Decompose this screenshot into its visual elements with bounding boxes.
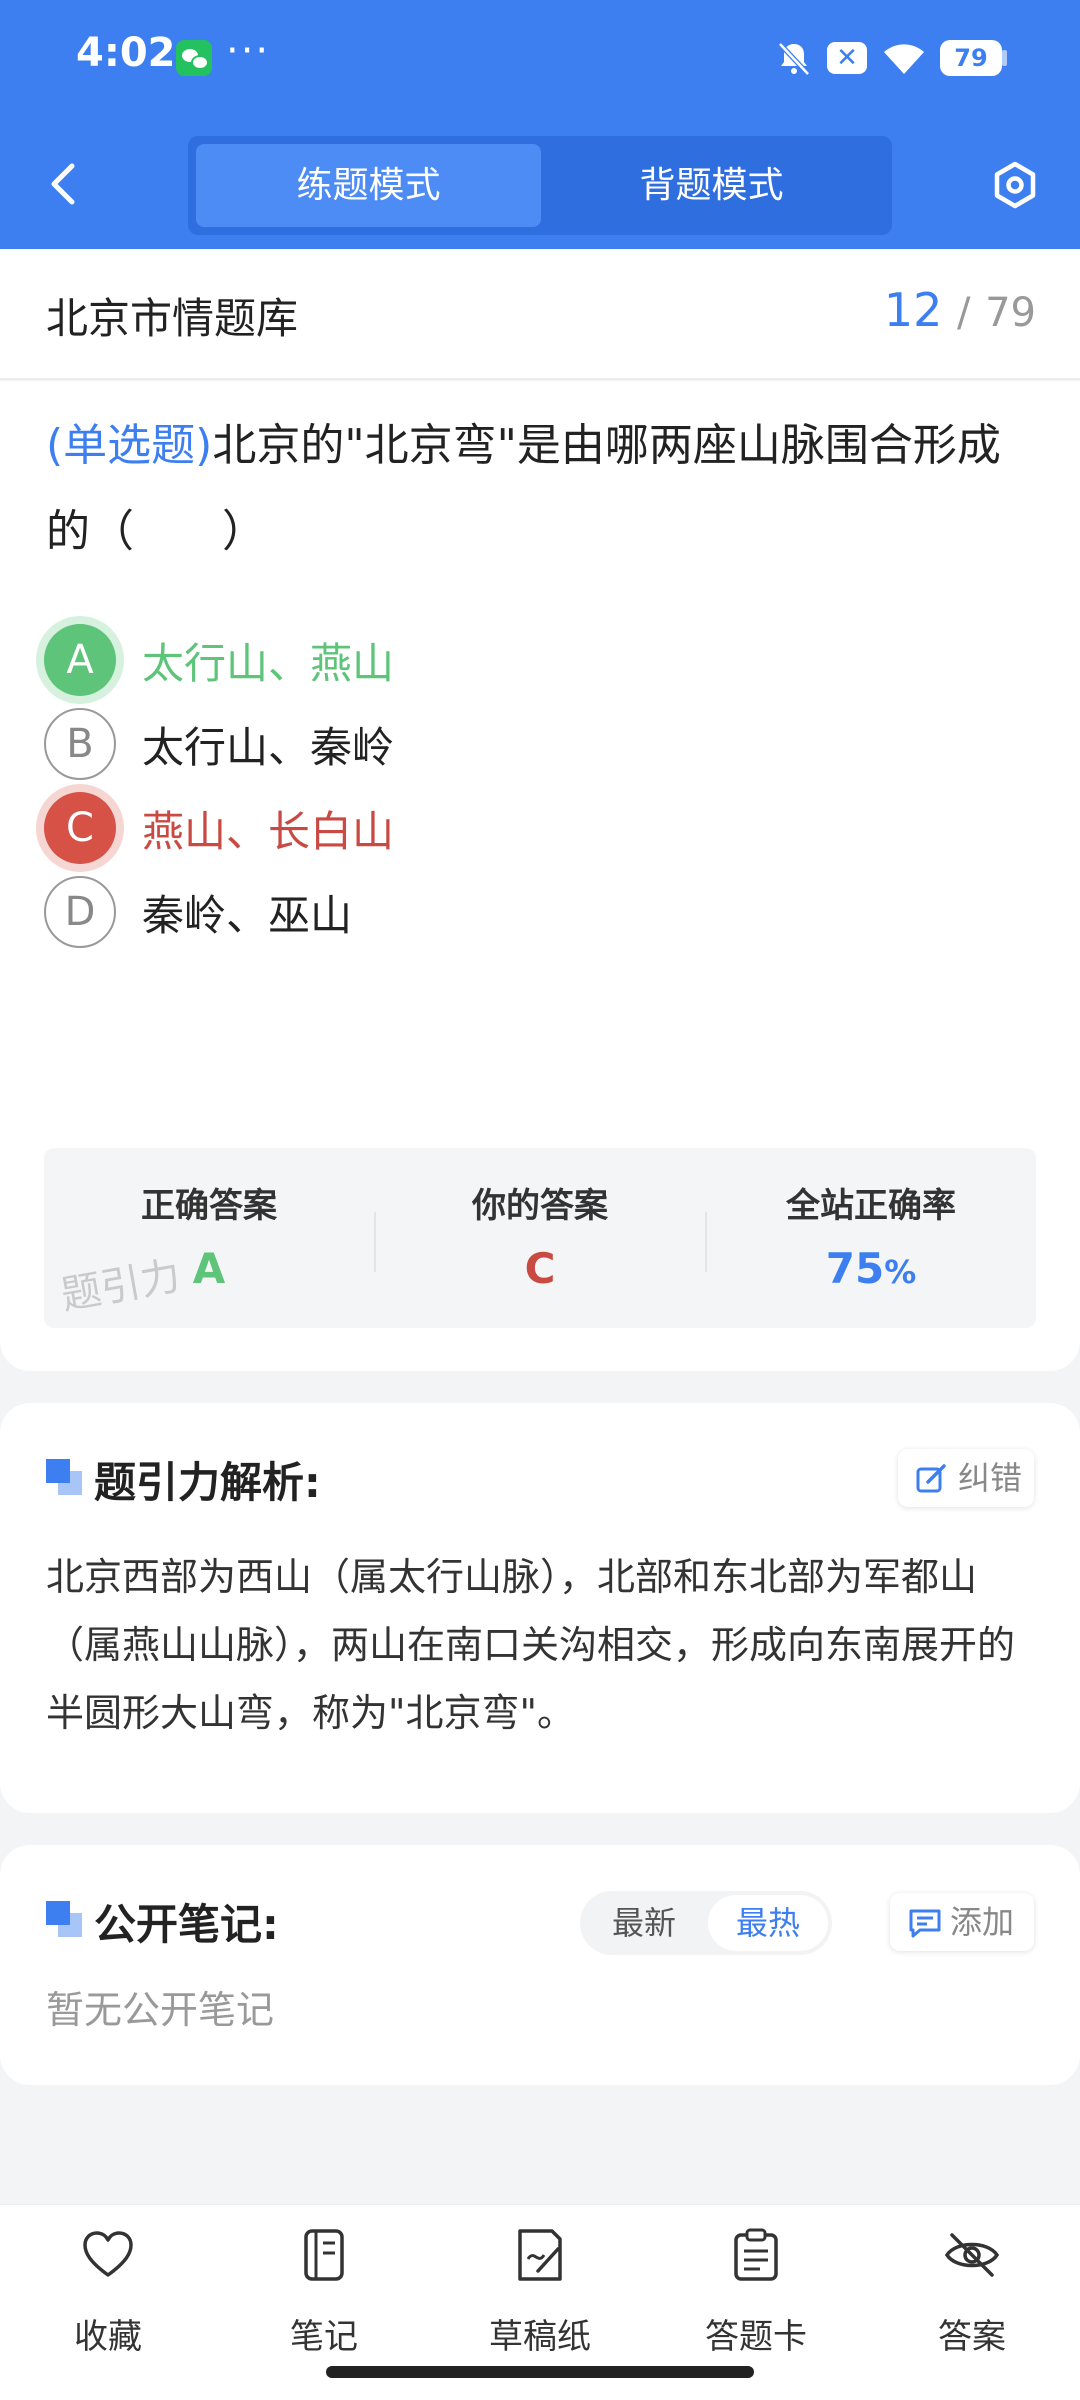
back-arrow-icon[interactable] [44, 160, 84, 208]
heart-icon [83, 2231, 133, 2277]
site-accuracy-value: 75% [706, 1244, 1036, 1293]
site-accuracy-stat: 全站正确率 75% [706, 1148, 1036, 1328]
draft-paper-label: 草稿纸 [489, 2317, 591, 2357]
show-answer-label: 答案 [938, 2317, 1006, 2357]
question-card: (单选题)北京的"北京弯"是由哪两座山脉围合形成的（ ） A 太行山、燕山 B … [0, 381, 1080, 1371]
site-accuracy-label: 全站正确率 [786, 1186, 956, 1226]
public-notes-card: 公开笔记: 最新 最热 添加 暂无公开笔记 [0, 1845, 1080, 2085]
notes-label: 笔记 [290, 2317, 358, 2357]
correct-answer-label: 正确答案 [141, 1186, 277, 1226]
notes-title: 公开笔记: [94, 1900, 279, 1949]
option-letter: C [44, 792, 116, 864]
wechat-icon [176, 40, 212, 76]
mode-switch: 练题模式 背题模式 [188, 136, 892, 235]
battery-tip [1002, 50, 1007, 66]
add-note-label: 添加 [950, 1903, 1015, 1941]
status-bar: 4:02 ··· ✕ 79 [0, 0, 1080, 118]
comment-icon [909, 1909, 941, 1938]
option-text: 太行山、燕山 [142, 639, 395, 688]
sort-hottest-button[interactable]: 最热 [708, 1895, 828, 1951]
your-answer-value: C [524, 1244, 556, 1293]
option-c[interactable]: C 燕山、长白山 [44, 790, 1024, 870]
eye-off-icon [944, 2233, 1000, 2277]
analysis-text: 北京西部为西山（属太行山脉），北部和东北部为军都山（属燕山山脉），两山在南口关沟… [46, 1555, 1016, 1735]
answer-stats-panel: 正确答案 A 你的答案 C 全站正确率 75% 题引力 [44, 1148, 1036, 1328]
option-letter: D [44, 876, 116, 948]
more-notifications-icon: ··· [226, 28, 271, 74]
option-text: 燕山、长白山 [142, 807, 395, 856]
analysis-title: 题引力解析: [94, 1458, 321, 1507]
question-bank-bar: 北京市情题库 12 / 79 [0, 249, 1080, 380]
answer-card-label: 答题卡 [705, 2317, 807, 2357]
add-note-button[interactable]: 添加 [890, 1893, 1034, 1951]
option-a[interactable]: A 太行山、燕山 [44, 622, 1024, 702]
question-stem: (单选题)北京的"北京弯"是由哪两座山脉围合形成的（ ） [46, 403, 1036, 575]
option-letter: B [44, 708, 116, 780]
tab-practice-mode[interactable]: 练题模式 [196, 144, 541, 227]
option-letter: A [44, 624, 116, 696]
your-answer-label: 你的答案 [472, 1186, 608, 1226]
settings-hexagon-icon[interactable] [990, 160, 1040, 210]
progress-separator: / [956, 290, 971, 336]
favorite-label: 收藏 [74, 2317, 142, 2357]
option-text: 太行山、秦岭 [142, 723, 395, 772]
status-time: 4:02 [76, 30, 176, 76]
tab-recite-mode[interactable]: 背题模式 [539, 144, 884, 227]
option-d[interactable]: D 秦岭、巫山 [44, 874, 1024, 954]
total-question-count: 79 [985, 290, 1036, 336]
current-question-number: 12 [883, 283, 943, 337]
show-answer-button[interactable]: 答案 [902, 2227, 1042, 2357]
your-answer-stat: 你的答案 C [375, 1148, 705, 1328]
analysis-card: 题引力解析: 纠错 北京西部为西山（属太行山脉），北部和东北部为军都山（属燕山山… [0, 1403, 1080, 1813]
wifi-icon [884, 44, 924, 74]
notebook-icon [304, 2229, 344, 2281]
answer-card-icon [734, 2228, 778, 2281]
report-error-label: 纠错 [958, 1459, 1023, 1497]
app-header: 4:02 ··· ✕ 79 练题模式 背题模式 [0, 0, 1080, 249]
sort-latest-button[interactable]: 最新 [584, 1895, 704, 1951]
close-box-icon: ✕ [827, 42, 867, 74]
mute-bell-icon [778, 42, 810, 76]
notes-sort-toggle: 最新 最热 [580, 1891, 832, 1955]
battery-icon: 79 [940, 40, 1002, 76]
accuracy-unit: % [884, 1253, 917, 1291]
draft-paper-icon [518, 2229, 562, 2281]
edit-icon [916, 1464, 946, 1493]
question-type: (单选题) [46, 420, 213, 471]
empty-notes-text: 暂无公开笔记 [46, 1988, 275, 2032]
option-b[interactable]: B 太行山、秦岭 [44, 706, 1024, 786]
bank-title: 北京市情题库 [46, 294, 299, 343]
favorite-button[interactable]: 收藏 [38, 2227, 178, 2357]
answer-card-button[interactable]: 答题卡 [686, 2227, 826, 2357]
draft-paper-button[interactable]: 草稿纸 [470, 2227, 610, 2357]
section-squares-icon [46, 1459, 82, 1495]
notes-button[interactable]: 笔记 [254, 2227, 394, 2357]
option-text: 秦岭、巫山 [142, 891, 353, 940]
report-error-button[interactable]: 纠错 [898, 1449, 1034, 1507]
home-indicator[interactable] [326, 2366, 754, 2378]
question-progress[interactable]: 12 / 79 [884, 283, 1036, 337]
section-squares-icon [46, 1901, 82, 1937]
accuracy-number: 75 [825, 1244, 885, 1293]
